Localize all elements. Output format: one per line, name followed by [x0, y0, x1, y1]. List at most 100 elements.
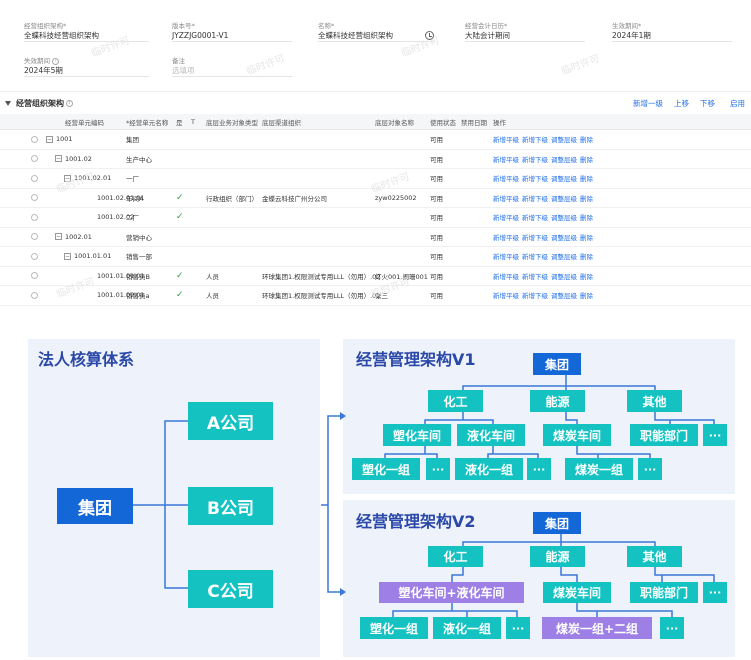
- row-op-link[interactable]: 新增平级: [493, 232, 519, 242]
- v2-level3-node: 液化一组: [433, 617, 501, 639]
- row-select-radio[interactable]: [31, 135, 38, 143]
- effective-value[interactable]: 2024年1期: [612, 30, 732, 42]
- row-op-link[interactable]: 新增下级: [522, 212, 548, 222]
- v2-merged-node: 煤炭一组+二组: [542, 617, 652, 639]
- calendar-value[interactable]: 大陆会计期间: [465, 30, 585, 42]
- table-row[interactable]: 1001.02.01.01 车间A ✓ 行政组织（部门） 金蝶云科技广州分公司 zyw02…: [0, 189, 751, 208]
- collapse-caret-icon[interactable]: [5, 101, 11, 106]
- org-label: 经营组织架构*: [24, 22, 67, 30]
- row-select-radio[interactable]: [31, 155, 38, 163]
- row-op-link[interactable]: 删除: [580, 290, 593, 300]
- legal-child-node: B公司: [188, 487, 273, 525]
- row-op-link[interactable]: 新增下级: [522, 232, 548, 242]
- row-op-link[interactable]: 新增平级: [493, 193, 519, 203]
- row-op-link[interactable]: 新增下级: [522, 290, 548, 300]
- expire-label: 失效期间?: [24, 55, 149, 65]
- help-icon[interactable]: ?: [66, 100, 73, 107]
- row-op-link[interactable]: 新增平级: [493, 134, 519, 144]
- row-op-link[interactable]: 调整层级: [551, 173, 577, 183]
- col-org[interactable]: 底层渠道组织: [262, 114, 301, 129]
- row-op-link[interactable]: 新增下级: [522, 134, 548, 144]
- row-op-link[interactable]: 新增下级: [522, 271, 548, 281]
- row-select-radio[interactable]: [31, 233, 38, 241]
- col-status[interactable]: 使用状态: [430, 114, 456, 129]
- ops-cell: 新增平级 新增下级 调整层级 删除: [493, 247, 596, 266]
- v1-title: 经营管理架构V1: [356, 350, 476, 369]
- row-op-link[interactable]: 新增下级: [522, 193, 548, 203]
- version-value[interactable]: JYZZJG0001-V1: [172, 30, 292, 42]
- version-field[interactable]: 版本号* JYZZJG0001-V1: [172, 20, 292, 42]
- collapse-toggle-icon[interactable]: −: [64, 252, 71, 260]
- row-op-link[interactable]: 调整层级: [551, 232, 577, 242]
- col-code[interactable]: 经营单元编码: [65, 114, 104, 129]
- table-row[interactable]: −1002.01 营销中心 可用 新增平级 新增下级 调整层级 删除: [0, 228, 751, 247]
- row-select-radio[interactable]: [31, 272, 38, 280]
- table-row[interactable]: −1001.02.01 一厂 可用 新增平级 新增下级 调整层级 删除: [0, 169, 751, 189]
- collapse-toggle-icon[interactable]: −: [55, 233, 62, 241]
- row-op-link[interactable]: 新增平级: [493, 271, 519, 281]
- row-op-link[interactable]: 新增平级: [493, 173, 519, 183]
- table-row[interactable]: −1001.02 生产中心 可用 新增平级 新增下级 调整层级 删除: [0, 150, 751, 169]
- row-op-link[interactable]: 调整层级: [551, 290, 577, 300]
- row-op-link[interactable]: 删除: [580, 193, 593, 203]
- collapse-toggle-icon[interactable]: −: [55, 155, 62, 163]
- row-op-link[interactable]: 删除: [580, 271, 593, 281]
- name-value[interactable]: 全蝶科技经营组织架构: [318, 30, 434, 42]
- table-row[interactable]: 1001.01.01.01 销售员B ✓ 人员 环球集团1.权限测试专用LLL（勿用）.…: [0, 267, 751, 286]
- expire-field[interactable]: 失效期间? 2024年5期: [24, 55, 149, 77]
- col-type[interactable]: 底层业务对象类型: [206, 114, 258, 129]
- table-row[interactable]: −1001 集团 可用 新增平级 新增下级 调整层级 删除: [0, 130, 751, 150]
- table-row[interactable]: −1001.01.01 销售一部 可用 新增平级 新增下级 调整层级 删除: [0, 247, 751, 267]
- row-op-link[interactable]: 新增下级: [522, 173, 548, 183]
- move-down-button[interactable]: 下移: [700, 98, 715, 109]
- row-select-radio[interactable]: [31, 174, 38, 182]
- row-select-radio[interactable]: [31, 252, 38, 260]
- row-select-radio[interactable]: [31, 291, 38, 299]
- col-object[interactable]: 底层对象名称: [375, 114, 414, 129]
- help-icon[interactable]: ?: [52, 57, 59, 65]
- col-disable-date[interactable]: 禁用日期: [461, 114, 487, 129]
- row-op-link[interactable]: 删除: [580, 173, 593, 183]
- row-op-link[interactable]: 删除: [580, 154, 593, 164]
- move-up-button[interactable]: 上移: [674, 98, 689, 109]
- row-op-link[interactable]: 调整层级: [551, 154, 577, 164]
- row-op-link[interactable]: 删除: [580, 212, 593, 222]
- col-filter[interactable]: T: [191, 114, 195, 129]
- table-header: 经营单元编码 *经营单元名称 是 T 底层业务对象类型 底层渠道组织 底层对象名…: [0, 114, 751, 130]
- row-op-link[interactable]: 新增下级: [522, 251, 548, 261]
- row-select-radio[interactable]: [31, 213, 38, 221]
- row-op-link[interactable]: 新增下级: [522, 154, 548, 164]
- table-row[interactable]: 1001.02.02 二厂 ✓ 可用 新增平级 新增下级 调整层级 删除: [0, 208, 751, 228]
- row-op-link[interactable]: 调整层级: [551, 251, 577, 261]
- expire-value[interactable]: 2024年5期: [24, 65, 149, 77]
- calendar-field[interactable]: 经营会计日历* 大陆会计期间: [465, 20, 585, 42]
- row-op-link[interactable]: 调整层级: [551, 134, 577, 144]
- row-op-link[interactable]: 新增平级: [493, 154, 519, 164]
- collapse-toggle-icon[interactable]: −: [46, 135, 53, 143]
- row-op-link[interactable]: 新增平级: [493, 290, 519, 300]
- row-op-link[interactable]: 调整层级: [551, 193, 577, 203]
- add-top-level-button[interactable]: 新增一级: [633, 98, 663, 109]
- ops-cell: 新增平级 新增下级 调整层级 删除: [493, 228, 596, 247]
- history-icon[interactable]: [425, 31, 434, 40]
- row-op-link[interactable]: 删除: [580, 232, 593, 242]
- row-op-link[interactable]: 新增平级: [493, 251, 519, 261]
- col-flag[interactable]: 是: [176, 114, 183, 129]
- row-op-link[interactable]: 删除: [580, 251, 593, 261]
- org-value[interactable]: 全蝶科技经营组织架构: [24, 30, 149, 42]
- effective-field[interactable]: 生效期间* 2024年1期: [612, 20, 732, 42]
- remark-input[interactable]: 选填项: [172, 65, 292, 77]
- org-field[interactable]: 经营组织架构* 全蝶科技经营组织架构: [24, 20, 149, 42]
- row-select-radio[interactable]: [31, 194, 38, 202]
- row-op-link[interactable]: 新增平级: [493, 212, 519, 222]
- code-cell: −1001.02: [46, 150, 92, 169]
- enable-button[interactable]: 启用: [730, 98, 745, 109]
- table-row[interactable]: 1001.01.02.01 销售员a ✓ 人员 环球集团1.权限测试专用LLL（勿用）.…: [0, 286, 751, 306]
- row-op-link[interactable]: 删除: [580, 134, 593, 144]
- remark-field[interactable]: 备注 选填项: [172, 55, 292, 77]
- name-field[interactable]: 名称* 全蝶科技经营组织架构: [318, 20, 434, 42]
- col-name[interactable]: *经营单元名称: [126, 114, 168, 129]
- row-op-link[interactable]: 调整层级: [551, 271, 577, 281]
- row-op-link[interactable]: 调整层级: [551, 212, 577, 222]
- collapse-toggle-icon[interactable]: −: [64, 174, 71, 182]
